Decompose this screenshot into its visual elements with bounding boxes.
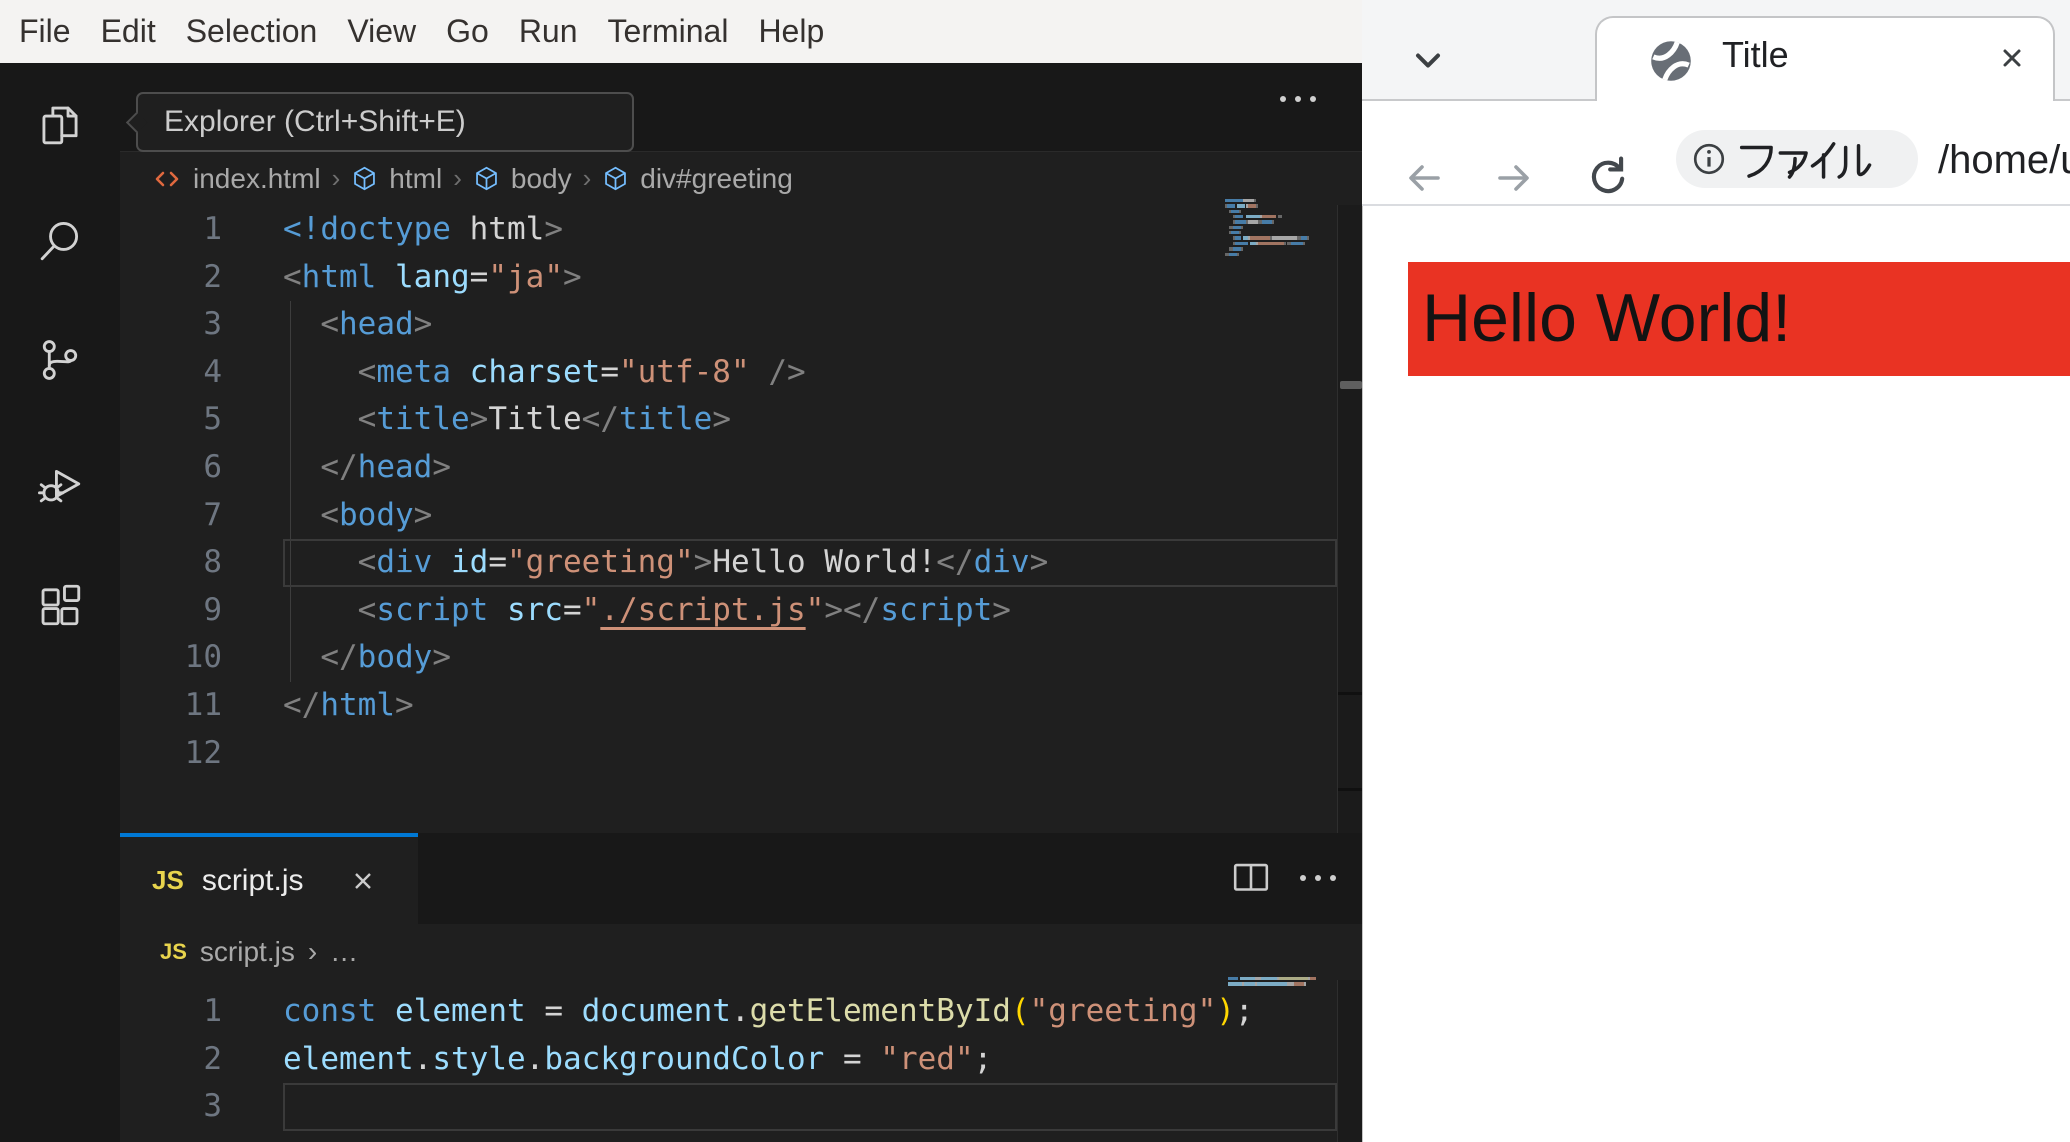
menu-item-terminal[interactable]: Terminal: [608, 13, 729, 50]
symbol-cube-icon: [605, 166, 627, 191]
menu-item-edit[interactable]: Edit: [101, 13, 156, 50]
split-editor-icon[interactable]: [1228, 855, 1274, 901]
browser-tab-title: Title: [1722, 34, 1789, 75]
run-and-debug-icon[interactable]: [35, 458, 85, 508]
menu-item-view[interactable]: View: [347, 13, 416, 50]
symbol-cube-icon: [354, 166, 376, 191]
page-greeting-div: Hello World!: [1408, 262, 2070, 376]
close-icon[interactable]: [348, 866, 378, 896]
code-line[interactable]: 2 <html lang="ja">: [120, 254, 1330, 302]
tab-label: script.js: [201, 863, 304, 897]
back-icon[interactable]: [1402, 156, 1446, 205]
code-line[interactable]: 9 <script src="./script.js"></script>: [120, 587, 1330, 635]
divider: [1338, 788, 1362, 791]
breadcrumb-seg-html[interactable]: html: [389, 163, 442, 195]
panel-breadcrumb-file[interactable]: script.js: [200, 936, 295, 968]
panel-breadcrumb-more[interactable]: …: [330, 936, 358, 968]
code-line[interactable]: 10 </body>: [120, 634, 1330, 682]
code-line[interactable]: 3: [120, 1083, 1330, 1131]
breadcrumb: index.html › html › body › div#greeting: [120, 152, 1362, 205]
forward-icon[interactable]: [1492, 156, 1536, 205]
menu-bar: File Edit Selection View Go Run Terminal Help: [0, 0, 1362, 63]
js-file-icon: JS: [152, 865, 184, 895]
screen: File Edit Selection View Go Run Terminal Help i…: [0, 0, 2070, 1142]
url-text[interactable]: /home/u: [1938, 138, 2070, 183]
code-line[interactable]: 4 <meta charset="utf-8" />: [120, 349, 1330, 397]
tab-search-chevron-icon[interactable]: [1408, 40, 1448, 80]
globe-favicon: [1646, 36, 1696, 91]
menu-item-run[interactable]: Run: [519, 13, 578, 50]
more-actions-icon[interactable]: [1300, 875, 1336, 881]
tab-script-js[interactable]: JS script.js: [120, 833, 418, 924]
breadcrumb-seg-div[interactable]: div#greeting: [640, 163, 793, 195]
info-icon: [1693, 143, 1725, 175]
symbol-cube-icon: [476, 166, 497, 191]
minimap[interactable]: [1228, 977, 1316, 1007]
divider: [1338, 692, 1362, 695]
code-line[interactable]: 11 </html>: [120, 682, 1330, 730]
code-line[interactable]: 7 <body>: [120, 492, 1330, 540]
menu-item-help[interactable]: Help: [758, 13, 824, 50]
js-file-icon: JS: [160, 939, 187, 964]
code-line[interactable]: 2 element.style.backgroundColor = "red";: [120, 1036, 1330, 1084]
code-line[interactable]: 1 <!doctype html>: [120, 206, 1330, 254]
code-line[interactable]: 1 const element = document.getElementById…: [120, 988, 1330, 1036]
source-control-icon[interactable]: [35, 335, 85, 385]
editor-scrollbar-strip: [1337, 205, 1362, 1142]
scrollbar-thumb[interactable]: [1340, 381, 1362, 389]
chip-label-katakana: [1739, 141, 1872, 179]
code-line[interactable]: 8 <div id="greeting">Hello World!</div>: [120, 539, 1330, 587]
extensions-icon[interactable]: [35, 580, 85, 630]
menu-item-file[interactable]: File: [19, 13, 71, 50]
editor-actions-icon[interactable]: [1280, 96, 1316, 102]
menu-item-go[interactable]: Go: [446, 13, 489, 50]
code-line[interactable]: 6 </head>: [120, 444, 1330, 492]
reload-icon[interactable]: [1584, 152, 1632, 205]
js-code[interactable]: 1 const element = document.getElementById…: [120, 988, 1330, 1131]
code-line[interactable]: 5 <title>Title</title>: [120, 396, 1330, 444]
html-code[interactable]: 1 <!doctype html> 2 <html lang="ja"> 3 <head…: [120, 206, 1330, 777]
explorer-icon[interactable]: [35, 100, 85, 150]
search-icon[interactable]: [35, 215, 85, 265]
code-line[interactable]: 12: [120, 730, 1330, 778]
html-file-icon: [155, 171, 179, 186]
panel-breadcrumb: JS script.js › …: [120, 924, 1362, 980]
site-info-chip[interactable]: [1676, 130, 1918, 188]
code-line[interactable]: 3 <head>: [120, 301, 1330, 349]
breadcrumb-seg-body[interactable]: body: [511, 163, 572, 195]
menu-item-selection[interactable]: Selection: [186, 13, 318, 50]
tab-close-icon[interactable]: [1996, 42, 2028, 79]
tooltip-explorer: Explorer (Ctrl+Shift+E): [125, 92, 634, 152]
breadcrumb-file[interactable]: index.html: [193, 163, 321, 195]
minimap[interactable]: [1225, 199, 1313, 269]
